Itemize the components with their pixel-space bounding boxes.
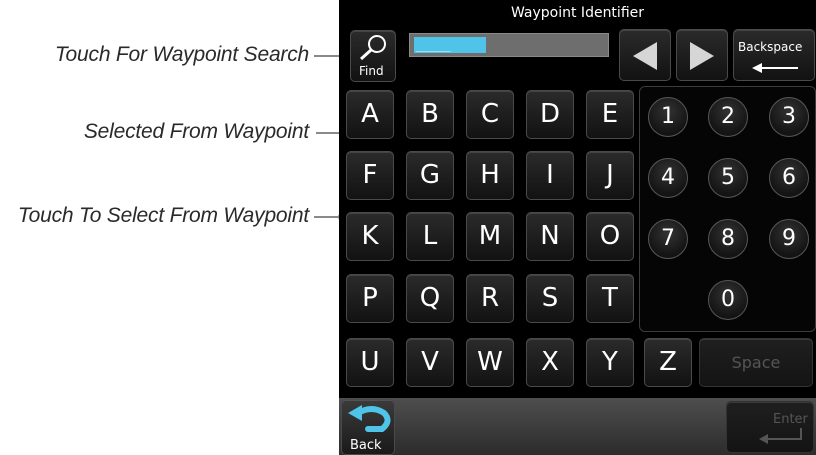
key-m[interactable]: M: [466, 212, 514, 261]
callout-select: Touch To Select From Waypoint: [17, 204, 309, 227]
key-y[interactable]: Y: [586, 338, 634, 387]
space-label: Space: [731, 353, 781, 372]
back-button[interactable]: Back: [341, 399, 395, 455]
enter-label: Enter: [773, 412, 808, 427]
key-n[interactable]: N: [526, 212, 574, 261]
key-s[interactable]: S: [526, 274, 574, 323]
key-q[interactable]: Q: [406, 274, 454, 323]
backspace-arrow-icon: [752, 63, 798, 73]
key-t[interactable]: T: [586, 274, 634, 323]
cursor-left-button[interactable]: [619, 29, 671, 81]
back-arrow-icon: [348, 405, 391, 432]
key-h[interactable]: H: [466, 151, 514, 200]
keypad-screen: Waypoint Identifier Find ______ Backspac…: [339, 0, 816, 455]
backspace-button[interactable]: Backspace: [733, 29, 815, 81]
find-button[interactable]: Find: [350, 30, 396, 82]
identifier-value: ______: [416, 39, 451, 52]
key-u[interactable]: U: [346, 338, 394, 387]
magnifier-icon: [359, 35, 386, 61]
callout-find: Touch For Waypoint Search: [54, 43, 309, 66]
identifier-field[interactable]: ______: [409, 33, 609, 57]
key-x[interactable]: X: [526, 338, 574, 387]
key-v[interactable]: V: [406, 338, 454, 387]
key-5[interactable]: 5: [708, 158, 748, 198]
key-a[interactable]: A: [346, 90, 394, 139]
key-l[interactable]: L: [406, 212, 454, 261]
back-label: Back: [350, 438, 382, 453]
backspace-label: Backspace: [738, 40, 803, 54]
key-6[interactable]: 6: [769, 158, 809, 198]
enter-arrow-icon: [759, 428, 802, 444]
key-7[interactable]: 7: [648, 219, 688, 259]
space-button[interactable]: Space: [699, 338, 813, 387]
key-e[interactable]: E: [586, 90, 634, 139]
key-z[interactable]: Z: [644, 338, 692, 387]
key-1[interactable]: 1: [648, 97, 688, 137]
key-r[interactable]: R: [466, 274, 514, 323]
key-j[interactable]: J: [586, 151, 634, 200]
right-arrow-icon: [690, 42, 714, 70]
numeric-keypad: 1 2 3 4 5 6 7 8 9 0: [639, 86, 816, 332]
key-3[interactable]: 3: [769, 97, 809, 137]
key-0[interactable]: 0: [708, 280, 748, 320]
key-d[interactable]: D: [526, 90, 574, 139]
callout-selected: Selected From Waypoint: [83, 120, 309, 143]
key-9[interactable]: 9: [769, 219, 809, 259]
key-w[interactable]: W: [466, 338, 514, 387]
page-title: Waypoint Identifier: [510, 5, 645, 21]
find-label: Find: [359, 64, 384, 78]
key-b[interactable]: B: [406, 90, 454, 139]
key-k[interactable]: K: [346, 212, 394, 261]
key-o[interactable]: O: [586, 212, 634, 261]
cursor-right-button[interactable]: [676, 29, 728, 81]
key-8[interactable]: 8: [708, 219, 748, 259]
key-2[interactable]: 2: [708, 97, 748, 137]
key-c[interactable]: C: [466, 90, 514, 139]
key-g[interactable]: G: [406, 151, 454, 200]
left-arrow-icon: [633, 42, 657, 70]
key-4[interactable]: 4: [648, 158, 688, 198]
key-p[interactable]: P: [346, 274, 394, 323]
key-f[interactable]: F: [346, 151, 394, 200]
key-i[interactable]: I: [526, 151, 574, 200]
enter-button[interactable]: Enter: [726, 401, 814, 453]
